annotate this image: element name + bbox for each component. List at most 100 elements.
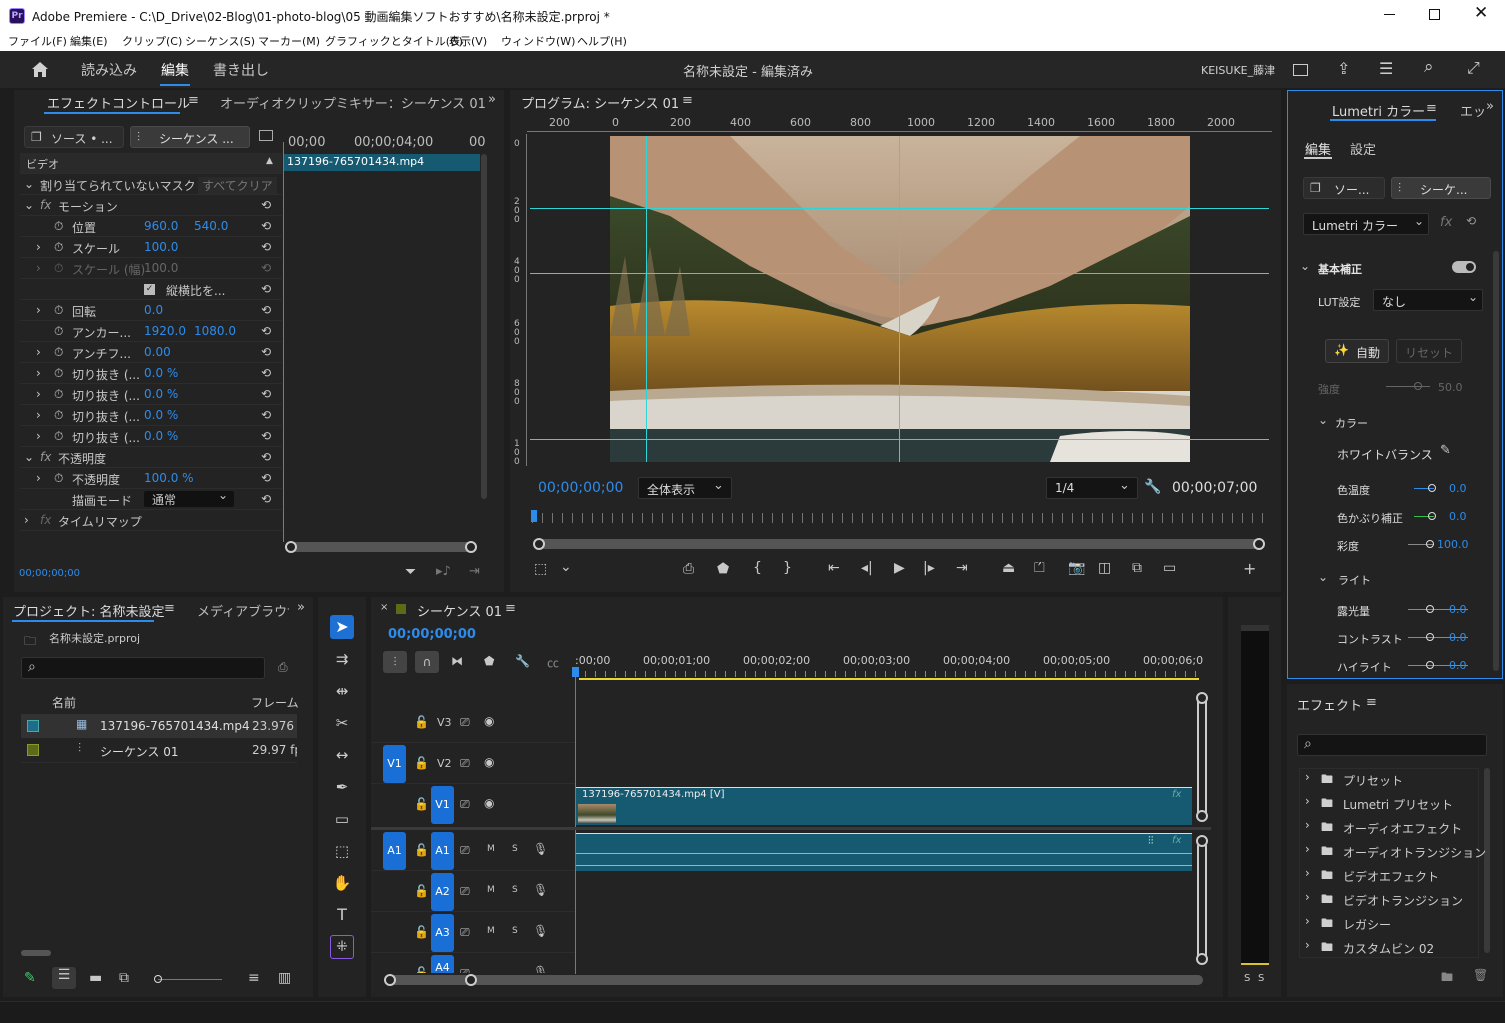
stopwatch-icon[interactable]: ⏱ xyxy=(54,303,63,318)
mini-playhead[interactable] xyxy=(531,510,537,522)
checkbox-icon[interactable]: ✓ xyxy=(144,284,155,295)
add-button-icon[interactable]: + xyxy=(1243,559,1256,578)
light-section-header[interactable]: ライト xyxy=(1338,572,1371,588)
sync-lock-icon[interactable]: ⎚ xyxy=(460,966,470,973)
program-menu-icon[interactable]: ≡ xyxy=(682,93,693,108)
sync-lock-icon[interactable]: ⎚ xyxy=(460,925,470,940)
effects-menu-icon[interactable]: ≡ xyxy=(1366,695,1377,710)
meter-solo-left[interactable]: S xyxy=(1244,973,1250,984)
chevron-right-icon[interactable]: › xyxy=(36,345,41,359)
lumetri-effect-dropdown[interactable]: Lumetri カラー ⌄ xyxy=(1303,213,1429,235)
lumetri-tab[interactable]: Lumetri カラー xyxy=(1332,101,1425,120)
ec-scrollbar[interactable] xyxy=(481,154,487,499)
timeline-ruler[interactable]: :00;00 00;00;01;00 00;00;02;00 00;00;03;… xyxy=(575,651,1203,681)
reset-icon[interactable]: ⟲ xyxy=(261,261,271,275)
param-value[interactable]: 0.0 % xyxy=(144,408,178,422)
scroll-handle[interactable] xyxy=(1196,810,1208,822)
menu-marker[interactable]: マーカー(M) xyxy=(258,33,320,49)
menu-graphics[interactable]: グラフィックとタイトル(G) xyxy=(325,33,463,49)
export-frame-icon[interactable]: ⇥ xyxy=(469,564,480,579)
pencil-icon[interactable]: ✎ xyxy=(24,970,36,986)
menu-window[interactable]: ウィンドウ(W) xyxy=(501,33,575,49)
effect-controls-menu-icon[interactable]: ≡ xyxy=(188,93,199,108)
reset-icon[interactable]: ⟲ xyxy=(261,198,271,212)
project-search-input[interactable]: ⌕ xyxy=(21,657,265,679)
slider-knob[interactable] xyxy=(1426,633,1434,641)
eye-icon[interactable]: ◉ xyxy=(484,714,494,728)
tab-edit[interactable]: 編集 xyxy=(161,60,189,80)
linked-selection-icon[interactable]: ⧓ xyxy=(451,654,463,668)
effects-tab-truncated[interactable]: エッ xyxy=(1460,101,1486,120)
menu-view[interactable]: 表示(V) xyxy=(449,33,487,49)
lock-icon[interactable]: 🔓 xyxy=(414,797,429,811)
play-audio-icon[interactable]: ▸♪ xyxy=(436,564,451,579)
guide-line-vertical[interactable] xyxy=(646,136,647,462)
rectangle-tool-icon[interactable]: ▭ xyxy=(330,807,354,831)
track-label[interactable]: V2 xyxy=(437,757,452,770)
new-custom-bin-icon[interactable]: 🖿 xyxy=(1441,968,1453,989)
slider-knob[interactable] xyxy=(1428,512,1436,520)
stopwatch-icon[interactable]: ⏱ xyxy=(54,324,63,339)
param-value[interactable]: 1920.0 xyxy=(144,324,186,338)
reset-icon[interactable]: ⟲ xyxy=(261,387,271,401)
reset-icon[interactable]: ⟲ xyxy=(261,219,271,233)
effects-folder-video-effects[interactable]: › 🖿 ビデオエフェクト xyxy=(1305,864,1490,888)
project-item-row[interactable]: ⫶ シーケンス 01 29.97 fp xyxy=(21,738,297,762)
slip-tool-icon[interactable]: ↔ xyxy=(330,743,354,767)
nest-sequence-icon[interactable]: ⫶ xyxy=(383,651,407,673)
go-to-in-icon[interactable]: ⇤ xyxy=(828,560,840,576)
chevron-right-icon[interactable]: › xyxy=(36,387,41,401)
razor-icon[interactable]: ✂ xyxy=(330,711,354,735)
lock-icon[interactable]: 🔓 xyxy=(414,966,429,973)
lock-icon[interactable]: 🔓 xyxy=(414,715,429,729)
reset-icon[interactable]: ⟲ xyxy=(261,240,271,254)
label-color-swatch[interactable] xyxy=(27,744,39,756)
label-color-swatch[interactable] xyxy=(27,720,39,732)
extract-icon[interactable]: ⏍ xyxy=(1034,560,1045,576)
intensity-slider[interactable] xyxy=(1386,382,1430,390)
camera-icon[interactable]: 📷 xyxy=(1068,560,1085,576)
track-label[interactable]: V3 xyxy=(437,716,452,729)
scroll-handle[interactable] xyxy=(1253,538,1265,550)
solo-button[interactable]: S xyxy=(512,844,518,854)
track-target-a3[interactable]: A3 xyxy=(431,914,454,952)
exposure-value[interactable]: 0.0 xyxy=(1449,603,1467,616)
auto-button[interactable]: ✨ 自動 xyxy=(1325,339,1389,363)
chevron-right-icon[interactable]: › xyxy=(36,261,41,275)
microphone-icon[interactable]: 🎙 xyxy=(533,883,548,897)
video-clip[interactable]: 137196-765701434.mp4 [V] fx xyxy=(576,787,1192,825)
param-value[interactable]: 540.0 xyxy=(194,219,228,233)
effects-tab[interactable]: エフェクト xyxy=(1297,695,1362,714)
slider-knob[interactable] xyxy=(154,975,162,983)
stopwatch-icon[interactable]: ⏱ xyxy=(54,261,63,276)
eye-icon[interactable]: ◉ xyxy=(484,796,494,810)
mute-button[interactable]: M xyxy=(487,885,495,895)
temperature-slider[interactable] xyxy=(1414,484,1436,492)
close-icon[interactable]: ✕ xyxy=(1474,3,1488,23)
selection-tool-icon[interactable]: ➤ xyxy=(330,615,354,639)
meter-solo-right[interactable]: S xyxy=(1258,973,1264,984)
scroll-handle[interactable] xyxy=(465,541,477,553)
comparison-view-icon[interactable]: ◫ xyxy=(1098,560,1111,576)
program-monitor-tab[interactable]: プログラム: シーケンス 01 xyxy=(521,93,679,112)
column-header-framerate[interactable]: フレーム xyxy=(251,694,299,711)
timeline-vscrollbar-audio[interactable] xyxy=(1197,841,1207,961)
sync-lock-icon[interactable]: ⎚ xyxy=(460,797,470,812)
scroll-handle[interactable] xyxy=(384,974,396,986)
track-target-v1[interactable]: V1 xyxy=(431,786,454,824)
captions-icon[interactable]: ㏄ xyxy=(547,654,559,671)
project-hscrollbar[interactable] xyxy=(21,950,51,956)
audio-clip[interactable]: ⫶⫶ fx xyxy=(576,833,1192,871)
mute-button[interactable]: M xyxy=(487,844,495,854)
sync-lock-icon[interactable]: ⎚ xyxy=(460,884,470,899)
automate-icon[interactable]: ▥ xyxy=(278,970,291,986)
ec-zoom-scrollbar[interactable] xyxy=(285,541,477,553)
snap-icon[interactable]: ∩ xyxy=(415,651,439,673)
saturation-slider[interactable] xyxy=(1408,540,1434,548)
stopwatch-icon[interactable]: ⏱ xyxy=(54,219,63,234)
list-view-icon[interactable]: ☰ xyxy=(52,967,76,989)
lumetri-edit-tab[interactable]: 編集 xyxy=(1305,139,1331,158)
lumetri-source-selector[interactable]: ❐ ソー... xyxy=(1303,177,1385,199)
chevron-right-icon[interactable]: › xyxy=(36,366,41,380)
tab-export[interactable]: 書き出し xyxy=(213,60,269,80)
